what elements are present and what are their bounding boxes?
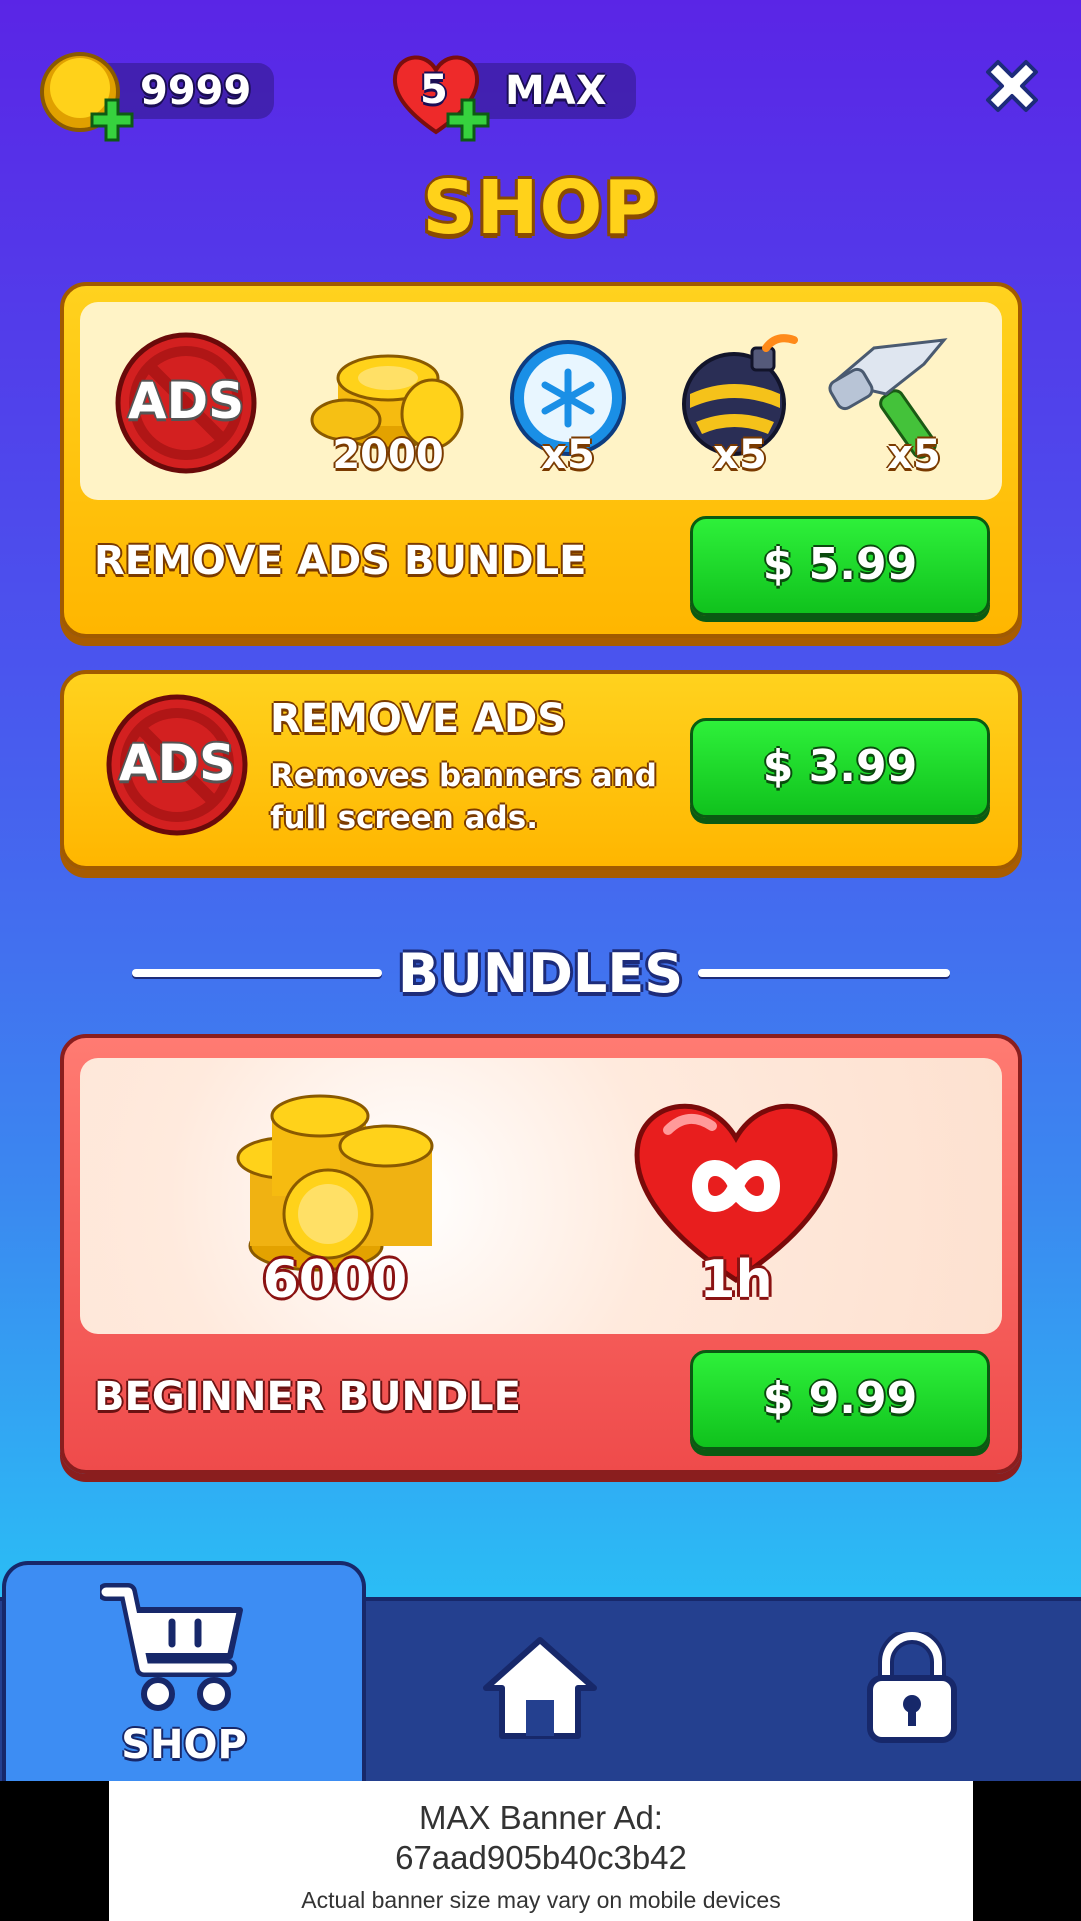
freeze-qty: x5 [541, 432, 595, 478]
remove-ads-bundle-label: REMOVE ADS BUNDLE [94, 538, 587, 584]
close-icon[interactable] [980, 58, 1044, 120]
banner-line-2: 67aad905b40c3b42 [395, 1839, 687, 1876]
buy-beginner-bundle-button[interactable]: $ 9.99 [690, 1350, 990, 1450]
banner-margin-left [0, 1781, 109, 1921]
beginner-items-panel [80, 1058, 1002, 1334]
buy-remove-ads-button[interactable]: $ 3.99 [690, 718, 990, 818]
remove-ads-desc-1: Removes banners and [270, 758, 657, 794]
beginner-coins-qty: 6000 [262, 1250, 408, 1310]
nav-shop-label: SHOP [121, 1722, 247, 1768]
add-coins-icon[interactable] [90, 98, 134, 142]
remove-ads-title: REMOVE ADS [270, 696, 567, 742]
cart-icon [100, 1583, 243, 1711]
lock-icon[interactable] [866, 1632, 958, 1744]
bomb-qty: x5 [713, 432, 767, 478]
coin-count: 9999 [140, 68, 252, 114]
home-icon[interactable] [482, 1636, 598, 1740]
banner-line-3: Actual banner size may vary on mobile de… [301, 1887, 781, 1913]
page-title: SHOP [422, 165, 659, 251]
ad-banner[interactable]: MAX Banner Ad: 67aad905b40c3b42 Actual b… [109, 1781, 973, 1921]
banner-margin-right [973, 1781, 1081, 1921]
buy-remove-ads-bundle-button[interactable]: $ 5.99 [690, 516, 990, 616]
banner-line-1: MAX Banner Ad: [419, 1799, 663, 1836]
lives-status: MAX [505, 68, 607, 114]
ads-badge-text: ADS [118, 734, 236, 792]
remove-ads-desc-2: full screen ads. [270, 800, 538, 836]
hammer-qty: x5 [887, 432, 941, 478]
add-lives-icon[interactable] [446, 98, 490, 142]
beginner-bundle-label: BEGINNER BUNDLE [94, 1374, 521, 1420]
section-divider-right [698, 969, 950, 977]
lives-count: 5 [420, 67, 448, 113]
beginner-lives-qty: 1h [699, 1250, 773, 1310]
ads-badge-text: ADS [127, 372, 245, 430]
bundle-coins-qty: 2000 [332, 432, 444, 478]
coins-pile-icon [236, 1094, 434, 1272]
